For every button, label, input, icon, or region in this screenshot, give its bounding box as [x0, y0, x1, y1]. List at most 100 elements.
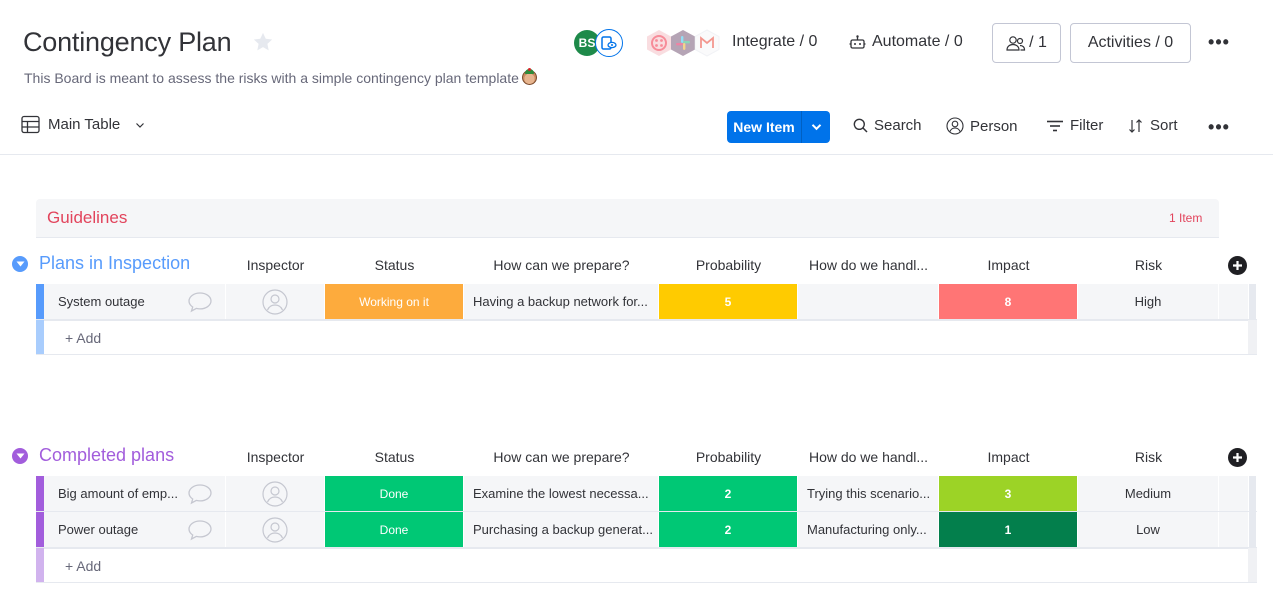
sort-icon — [1129, 118, 1142, 133]
add-item-button[interactable]: + Add — [44, 548, 1248, 582]
table-row[interactable]: Big amount of emp... Done Examine the lo… — [36, 476, 1257, 512]
chevron-down-icon — [136, 122, 145, 128]
handle-cell[interactable]: Manufacturing only... — [798, 512, 939, 547]
person-label: Person — [970, 117, 1018, 135]
column-header-prepare[interactable]: How can we prepare? — [464, 449, 659, 465]
add-item-row[interactable]: + Add — [36, 548, 1257, 583]
column-header-status[interactable]: Status — [325, 449, 464, 465]
risk-cell[interactable]: Low — [1078, 512, 1219, 547]
sort-label: Sort — [1150, 117, 1178, 134]
probability-cell[interactable]: 5 — [659, 284, 798, 319]
probability-cell[interactable]: 2 — [659, 512, 798, 547]
table-row[interactable]: Power outage Done Purchasing a backup ge… — [36, 512, 1257, 548]
column-header-impact[interactable]: Impact — [939, 449, 1078, 465]
group-title[interactable]: Plans in Inspection — [39, 253, 190, 274]
column-header-handle[interactable]: How do we handl... — [798, 449, 939, 465]
add-column-button[interactable] — [1228, 256, 1247, 275]
add-item-button[interactable]: + Add — [44, 320, 1248, 354]
prepare-cell[interactable]: Examine the lowest necessa... — [464, 476, 659, 511]
board-viewer-icon[interactable] — [595, 29, 623, 57]
probability-cell[interactable]: 2 — [659, 476, 798, 511]
integrate-button[interactable]: Integrate / 0 — [732, 33, 817, 51]
automate-button[interactable]: Automate / 0 — [849, 33, 963, 51]
new-item-dropdown[interactable] — [802, 111, 830, 143]
group-title[interactable]: Completed plans — [39, 445, 174, 466]
activities-button[interactable]: Activities / 0 — [1070, 23, 1191, 63]
table-row[interactable]: System outage Working on it Having a bac… — [36, 284, 1257, 320]
group-title[interactable]: Guidelines — [47, 208, 127, 228]
sort-button[interactable]: Sort — [1128, 117, 1178, 134]
comment-icon[interactable] — [187, 519, 213, 541]
robot-icon — [849, 34, 866, 49]
add-item-row[interactable]: + Add — [36, 320, 1257, 355]
column-header-impact[interactable]: Impact — [939, 257, 1078, 273]
board-description[interactable]: This Board is meant to assess the risks … — [24, 68, 537, 86]
caret-down-icon — [16, 453, 24, 459]
column-header-probability[interactable]: Probability — [659, 257, 798, 273]
group-collapse-toggle[interactable] — [12, 448, 28, 464]
status-cell[interactable]: Done — [325, 512, 464, 547]
risk-value: High — [1134, 294, 1162, 309]
inspector-cell[interactable] — [226, 284, 325, 319]
item-name[interactable]: Big amount of emp... — [58, 486, 178, 501]
risk-value: Medium — [1124, 486, 1172, 501]
new-item-button[interactable]: New Item — [727, 111, 830, 143]
item-name-cell[interactable]: Power outage — [44, 512, 226, 547]
inspector-cell[interactable] — [226, 476, 325, 511]
impact-cell[interactable]: 3 — [939, 476, 1078, 511]
empty-cell — [1219, 284, 1249, 319]
risk-cell[interactable]: Medium — [1078, 476, 1219, 511]
row-scroll-edge — [1249, 284, 1257, 319]
item-name-cell[interactable]: System outage — [44, 284, 226, 319]
impact-value: 3 — [1004, 486, 1012, 501]
comment-icon[interactable] — [187, 483, 213, 505]
person-icon — [946, 117, 964, 135]
column-header-inspector[interactable]: Inspector — [226, 449, 325, 465]
add-column-button[interactable] — [1228, 448, 1247, 467]
new-item-main[interactable]: New Item — [727, 111, 802, 143]
prepare-cell[interactable]: Having a backup network for... — [464, 284, 659, 319]
status-cell[interactable]: Done — [325, 476, 464, 511]
members-button[interactable]: / 1 — [992, 23, 1061, 63]
more-icon: ••• — [1208, 31, 1230, 52]
column-header-probability[interactable]: Probability — [659, 449, 798, 465]
status-cell[interactable]: Working on it — [325, 284, 464, 319]
impact-cell[interactable]: 8 — [939, 284, 1078, 319]
person-placeholder-icon — [262, 516, 288, 543]
column-header-risk[interactable]: Risk — [1078, 257, 1219, 273]
item-name[interactable]: System outage — [58, 294, 145, 309]
inspector-cell[interactable] — [226, 512, 325, 547]
column-header-risk[interactable]: Risk — [1078, 449, 1219, 465]
chevron-down-icon — [811, 124, 821, 131]
person-filter-button[interactable]: Person — [946, 117, 1018, 135]
status-label: Done — [379, 522, 409, 537]
prepare-cell[interactable]: Purchasing a backup generat... — [464, 512, 659, 547]
column-header-handle[interactable]: How do we handl... — [798, 257, 939, 273]
item-name-cell[interactable]: Big amount of emp... — [44, 476, 226, 511]
search-icon — [853, 118, 868, 133]
column-header-inspector[interactable]: Inspector — [226, 257, 325, 273]
group-guidelines[interactable]: Guidelines 1 Item — [36, 199, 1219, 238]
handle-cell[interactable]: Trying this scenario... — [798, 476, 939, 511]
impact-value: 8 — [1004, 294, 1012, 309]
row-scroll-edge — [1249, 476, 1257, 511]
risk-cell[interactable]: High — [1078, 284, 1219, 319]
person-placeholder-icon — [262, 288, 288, 315]
search-button[interactable]: Search — [853, 117, 922, 134]
view-selector[interactable]: Main Table — [21, 115, 146, 134]
board-title[interactable]: Contingency Plan — [23, 27, 232, 58]
filter-button[interactable]: Filter — [1046, 117, 1103, 134]
item-name[interactable]: Power outage — [58, 522, 138, 537]
group-collapse-toggle[interactable] — [12, 256, 28, 272]
impact-cell[interactable]: 1 — [939, 512, 1078, 547]
status-label: Working on it — [359, 294, 429, 309]
handle-cell[interactable] — [798, 284, 939, 319]
star-icon[interactable] — [252, 31, 274, 53]
column-header-status[interactable]: Status — [325, 257, 464, 273]
comment-icon[interactable] — [187, 291, 213, 313]
gmail-integration-icon[interactable] — [693, 29, 721, 57]
toolbar-more-button[interactable]: ••• — [1207, 115, 1231, 139]
column-header-prepare[interactable]: How can we prepare? — [464, 257, 659, 273]
board-more-menu-button[interactable]: ••• — [1207, 30, 1231, 54]
prepare-text: Having a backup network for... — [473, 294, 648, 309]
